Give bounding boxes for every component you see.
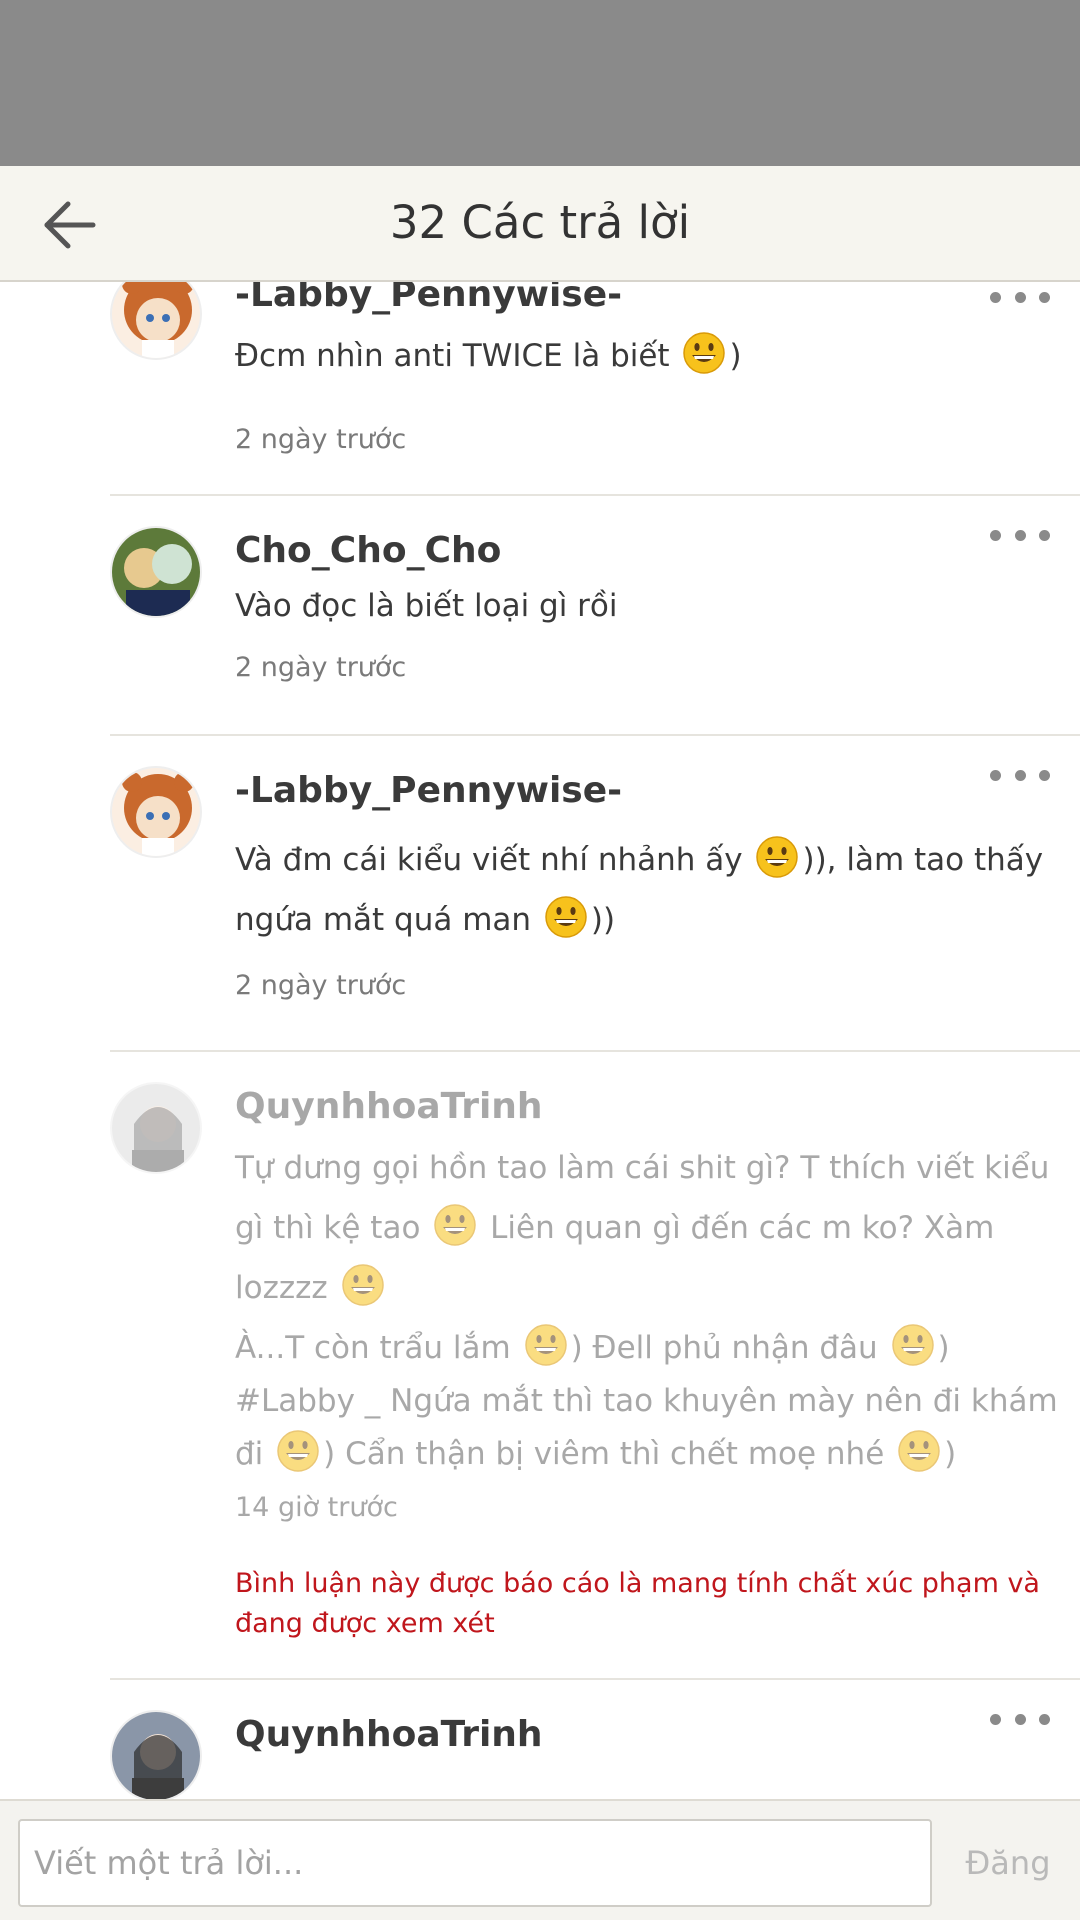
grinning-face-emoji — [524, 1323, 568, 1367]
grinning-face-emoji — [433, 1203, 477, 1247]
avatar[interactable] — [110, 766, 202, 858]
reply-input[interactable] — [18, 1819, 932, 1907]
reply-text-segment: Và đm cái kiểu viết nhí nhảnh ấy — [235, 842, 753, 878]
more-options-button[interactable] — [990, 520, 1050, 550]
reply-username[interactable]: -Labby_Pennywise- — [235, 282, 622, 315]
report-notice: Bình luận này được báo cáo là mang tính … — [235, 1568, 1040, 1639]
reply-timestamp: 2 ngày trước — [235, 970, 407, 1001]
page-title: 32 Các trả lời — [389, 196, 691, 249]
more-dot — [990, 1713, 1001, 1725]
reply-timestamp: 2 ngày trước — [235, 424, 407, 455]
back-button[interactable] — [34, 190, 104, 260]
post-button[interactable]: Đăng — [948, 1819, 1068, 1907]
reply-text-segment: Liên quan gì đến các m ko? Xàm — [480, 1210, 995, 1246]
more-dot — [1039, 769, 1050, 781]
reply-body: Vào đọc là biết loại gì rồi — [235, 576, 1035, 636]
reply-item: Cho_Cho_Cho Vào đọc là biết loại gì rồi … — [110, 496, 1080, 736]
reply-item: -Labby_Pennywise- Đcm nhìn anti TWICE là… — [110, 282, 1080, 496]
avatar[interactable] — [110, 526, 202, 618]
reply-body: Tự dưng gọi hồn tao làm cái shit gì? T t… — [235, 1138, 1058, 1484]
reply-body-line: À...T còn trẩu lắm ) Đell phủ nhận đâu ) — [235, 1318, 1035, 1378]
reply-username[interactable]: Cho_Cho_Cho — [235, 530, 501, 571]
reply-text-segment: ) Đell phủ nhận đâu — [570, 1330, 888, 1366]
reply-text-segment: Đcm nhìn anti TWICE là biết — [235, 338, 680, 374]
more-options-button[interactable] — [990, 1704, 1050, 1734]
reply-timestamp: 2 ngày trước — [235, 652, 407, 683]
grinning-face-emoji — [755, 835, 799, 879]
reply-body-line: Tự dưng gọi hồn tao làm cái shit gì? T t… — [235, 1138, 1049, 1198]
reply-text-segment: À...T còn trẩu lắm — [235, 1330, 521, 1366]
reply-body-line: Và đm cái kiểu viết nhí nhảnh ấy )), làm… — [235, 830, 1043, 890]
reply-timestamp: 14 giờ trước — [235, 1492, 398, 1523]
more-dot — [990, 529, 1001, 541]
reply-item: QuynhhoaTrinh — [110, 1680, 1080, 1799]
header-bar: 32 Các trả lời — [0, 166, 1080, 282]
reply-text-segment: )) — [590, 902, 616, 938]
reply-body-line: đi ) Cẩn thận bị viêm thì chết moẹ nhé ) — [235, 1424, 1035, 1484]
more-dot — [1014, 769, 1026, 781]
reply-text-segment: ) Cẩn thận bị viêm thì chết moẹ nhé — [323, 1436, 895, 1472]
reply-body-line: gì thì kệ tao Liên quan gì đến các m ko?… — [235, 1198, 1035, 1258]
more-dot — [990, 291, 1001, 303]
reply-item-under-review: QuynhhoaTrinh Tự dưng gọi hồn tao làm cá… — [110, 1052, 1080, 1680]
grinning-face-emoji — [544, 895, 588, 939]
reply-text-segment: #Labby _ Ngứa mắt thì tao khuyên mày nên… — [235, 1383, 1058, 1419]
more-options-button[interactable] — [990, 282, 1050, 312]
reply-text-segment: ) — [944, 1436, 957, 1472]
avatar[interactable] — [110, 282, 202, 360]
reply-compose-bar: Đăng — [0, 1799, 1080, 1920]
reply-body: Đcm nhìn anti TWICE là biết ) — [235, 326, 1035, 386]
more-dot — [1014, 529, 1026, 541]
reply-body-line: Vào đọc là biết loại gì rồi — [235, 576, 1035, 636]
reply-username[interactable]: -Labby_Pennywise- — [235, 770, 622, 811]
reply-body-line: ngứa mắt quá man )) — [235, 890, 1035, 950]
more-dot — [1039, 529, 1050, 541]
reply-body-line: Đcm nhìn anti TWICE là biết ) — [235, 326, 1035, 386]
reply-body-line: #Labby _ Ngứa mắt thì tao khuyên mày nên… — [235, 1378, 1058, 1424]
reply-username[interactable]: QuynhhoaTrinh — [235, 1086, 543, 1127]
reply-body: Và đm cái kiểu viết nhí nhảnh ấy )), làm… — [235, 830, 1043, 950]
reply-body-line: lozzzz — [235, 1258, 1035, 1318]
status-bar-area — [0, 0, 1080, 166]
reply-username[interactable]: QuynhhoaTrinh — [235, 1714, 543, 1755]
reply-text-segment: lozzzz — [235, 1270, 338, 1306]
reply-text-segment: Vào đọc là biết loại gì rồi — [235, 588, 618, 624]
reply-list[interactable]: -Labby_Pennywise- Đcm nhìn anti TWICE là… — [0, 282, 1080, 1799]
arrow-left-icon — [44, 201, 96, 249]
grinning-face-emoji — [897, 1429, 941, 1473]
reply-text-segment: gì thì kệ tao — [235, 1210, 431, 1246]
reply-text-segment: ) — [937, 1330, 950, 1366]
reply-item: -Labby_Pennywise- Và đm cái kiểu viết nh… — [110, 736, 1080, 1052]
more-dot — [1014, 1713, 1026, 1725]
reply-text-segment: ngứa mắt quá man — [235, 902, 541, 938]
avatar[interactable] — [110, 1082, 202, 1174]
grinning-face-emoji — [682, 331, 726, 375]
grinning-face-emoji — [341, 1263, 385, 1307]
more-dot — [1014, 291, 1026, 303]
reply-thread-screen: 32 Các trả lời -Labby_Pennywise- Đcm nhì… — [0, 0, 1080, 1920]
grinning-face-emoji — [276, 1429, 320, 1473]
more-dot — [1039, 1713, 1050, 1725]
avatar[interactable] — [110, 1710, 202, 1799]
reply-text-segment: )), làm tao thấy — [802, 842, 1044, 878]
grinning-face-emoji — [891, 1323, 935, 1367]
more-dot — [1039, 291, 1050, 303]
more-dot — [990, 769, 1001, 781]
reply-text-segment: ) — [729, 338, 742, 374]
reply-text-segment: Tự dưng gọi hồn tao làm cái shit gì? T t… — [235, 1150, 1050, 1186]
reply-text-segment: đi — [235, 1436, 274, 1472]
more-options-button[interactable] — [990, 760, 1050, 790]
